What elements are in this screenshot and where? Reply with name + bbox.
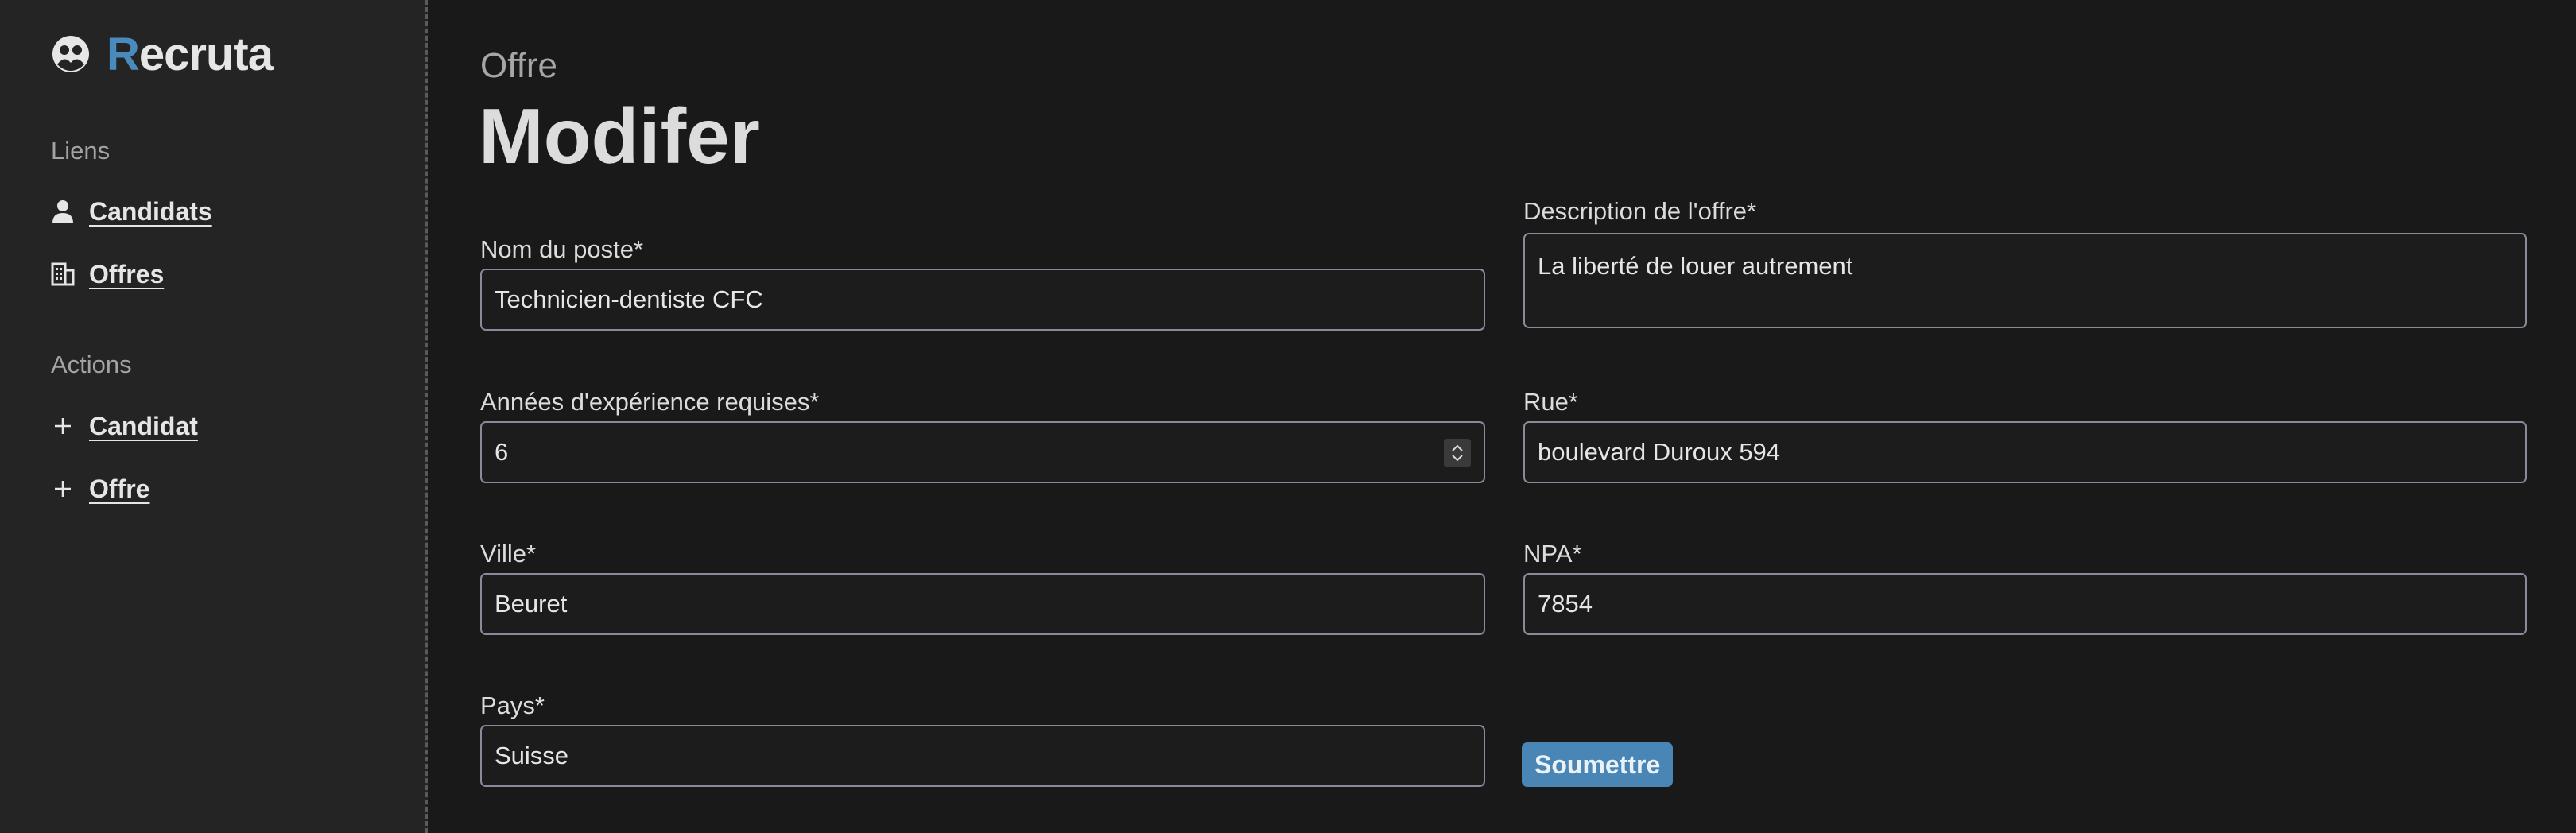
- breadcrumb: Offre: [480, 46, 558, 85]
- app-name: Recruta: [107, 28, 274, 80]
- description-label: Description de l'offre*: [1523, 197, 1757, 225]
- npa-label: NPA*: [1523, 540, 1582, 568]
- ville-label: Ville*: [480, 540, 537, 568]
- sidebar-item-add-candidat[interactable]: Candidat: [51, 409, 198, 444]
- users-circle-icon: [52, 36, 89, 72]
- nom-du-poste-label: Nom du poste*: [480, 235, 644, 263]
- actions-section-title: Actions: [51, 351, 132, 378]
- number-spinner[interactable]: [1444, 439, 1471, 467]
- sidebar-item-label: Offres: [89, 259, 165, 289]
- experience-number-input[interactable]: 6: [480, 421, 1485, 483]
- plus-icon: [51, 477, 75, 501]
- submit-button[interactable]: Soumettre: [1522, 742, 1674, 787]
- ville-input[interactable]: Beuret: [480, 573, 1485, 635]
- sidebar-item-label: Candidats: [89, 196, 212, 226]
- main-content: Offre Modifer Nom du poste* Technicien-d…: [428, 0, 2576, 833]
- pays-label: Pays*: [480, 692, 545, 719]
- npa-input[interactable]: 7854: [1523, 573, 2527, 635]
- plus-icon: [51, 414, 75, 438]
- links-section-title: Liens: [51, 137, 111, 165]
- app-root: Recruta Liens Candidats Offres Actions C…: [0, 0, 2576, 833]
- sidebar-item-label: Candidat: [89, 411, 198, 440]
- sidebar-item-candidats[interactable]: Candidats: [51, 194, 212, 229]
- experience-label: Années d'expérience requises*: [480, 388, 820, 416]
- person-icon: [51, 200, 75, 223]
- sidebar-item-add-offre[interactable]: Offre: [51, 471, 149, 506]
- app-logo[interactable]: Recruta: [51, 27, 274, 81]
- nom-du-poste-input[interactable]: Technicien-dentiste CFC: [480, 269, 1485, 331]
- experience-value: 6: [495, 438, 509, 466]
- building-icon: [51, 262, 75, 286]
- pays-input[interactable]: Suisse: [480, 725, 1485, 787]
- chevron-up-down-icon: [1452, 444, 1463, 462]
- sidebar: Recruta Liens Candidats Offres Actions C…: [0, 0, 428, 833]
- rue-label: Rue*: [1523, 388, 1578, 416]
- sidebar-item-offres[interactable]: Offres: [51, 257, 164, 292]
- page-title: Modifer: [479, 92, 760, 180]
- sidebar-item-label: Offre: [89, 474, 150, 503]
- description-textarea[interactable]: La liberté de louer autrement: [1523, 233, 2527, 328]
- rue-input[interactable]: boulevard Duroux 594: [1523, 421, 2527, 483]
